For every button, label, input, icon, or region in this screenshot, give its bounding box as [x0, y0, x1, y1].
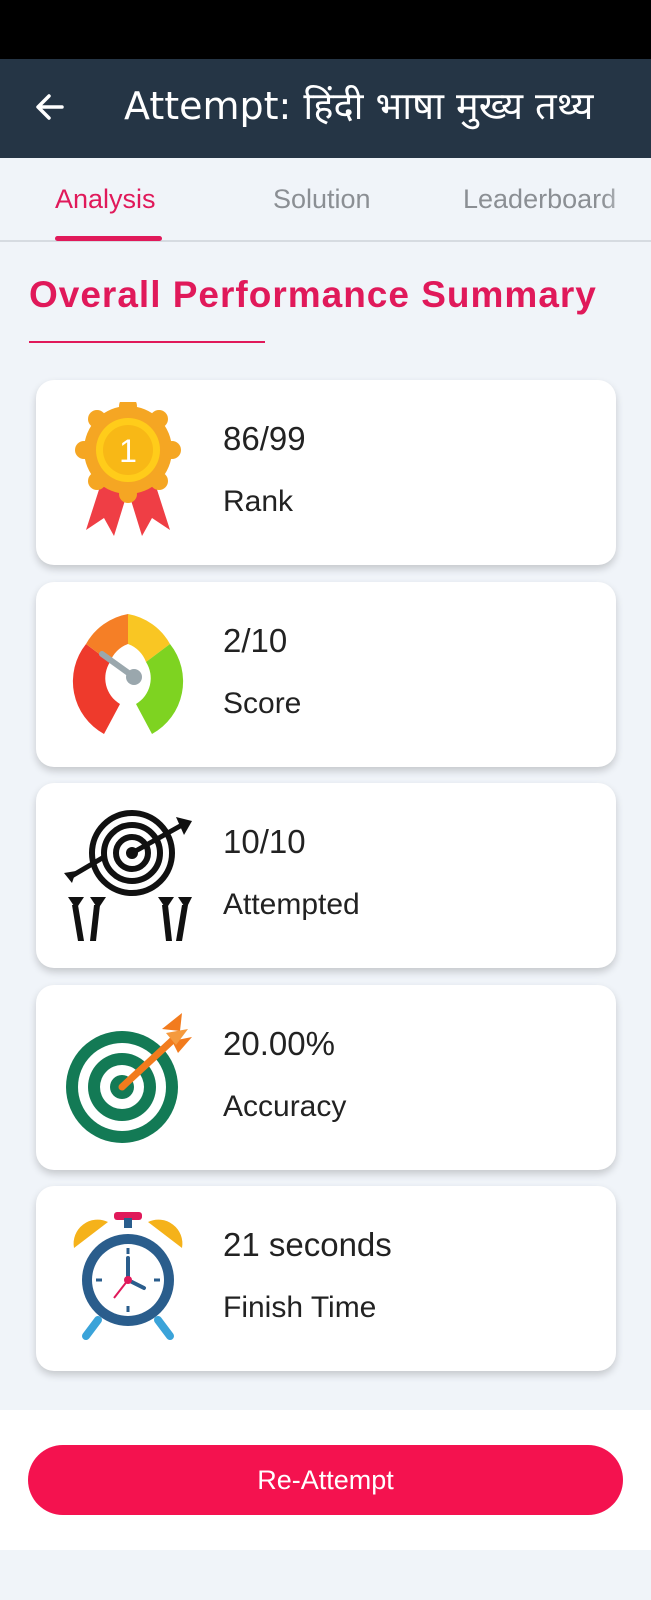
tab-solution[interactable]: Solution: [273, 158, 371, 240]
tab-bar: Analysis Solution Leaderboard: [0, 158, 651, 242]
back-arrow-icon: [36, 94, 64, 120]
tab-overflow-fade: [601, 158, 651, 240]
active-tab-indicator: [55, 236, 162, 241]
accuracy-target-icon: [66, 1013, 192, 1143]
tab-leaderboard[interactable]: Leaderboard: [463, 158, 616, 240]
finish-time-label: Finish Time: [223, 1291, 377, 1324]
rank-badge-number: 1: [119, 433, 137, 469]
score-label: Score: [223, 687, 302, 720]
bottom-action-bar: Re-Attempt: [0, 1410, 651, 1550]
attempted-label: Attempted: [223, 888, 360, 921]
accuracy-card: 20.00% Accuracy: [36, 985, 616, 1170]
status-bar: [0, 0, 651, 59]
rank-label: Rank: [223, 485, 294, 518]
rank-value: 86/99: [223, 420, 306, 457]
rank-ribbon-icon: 1: [75, 402, 181, 536]
reattempt-button[interactable]: Re-Attempt: [28, 1445, 623, 1515]
score-card: 2/10 Score: [36, 582, 616, 767]
rank-card: 1 86/99 Rank: [36, 380, 616, 565]
finish-time-card: 21 seconds Finish Time: [36, 1186, 616, 1371]
attempted-card: 10/10 Attempted: [36, 783, 616, 968]
attempted-darts-icon: [64, 810, 192, 941]
attempted-value: 10/10: [223, 823, 306, 860]
score-gauge-icon: [72, 614, 184, 734]
score-value: 2/10: [223, 622, 288, 659]
accuracy-label: Accuracy: [223, 1090, 347, 1123]
app-bar: Attempt: हिंदी भाषा मुख्य तथ्य: [0, 59, 651, 158]
finish-time-value: 21 seconds: [223, 1226, 392, 1263]
accuracy-value: 20.00%: [223, 1025, 335, 1062]
tab-analysis[interactable]: Analysis: [55, 158, 156, 240]
page-title: Attempt: हिंदी भाषा मुख्य तथ्य: [124, 84, 594, 128]
section-title: Overall Performance Summary: [29, 274, 597, 315]
section-underline: [29, 341, 265, 343]
back-button[interactable]: [28, 85, 72, 129]
alarm-clock-icon: [73, 1212, 183, 1340]
